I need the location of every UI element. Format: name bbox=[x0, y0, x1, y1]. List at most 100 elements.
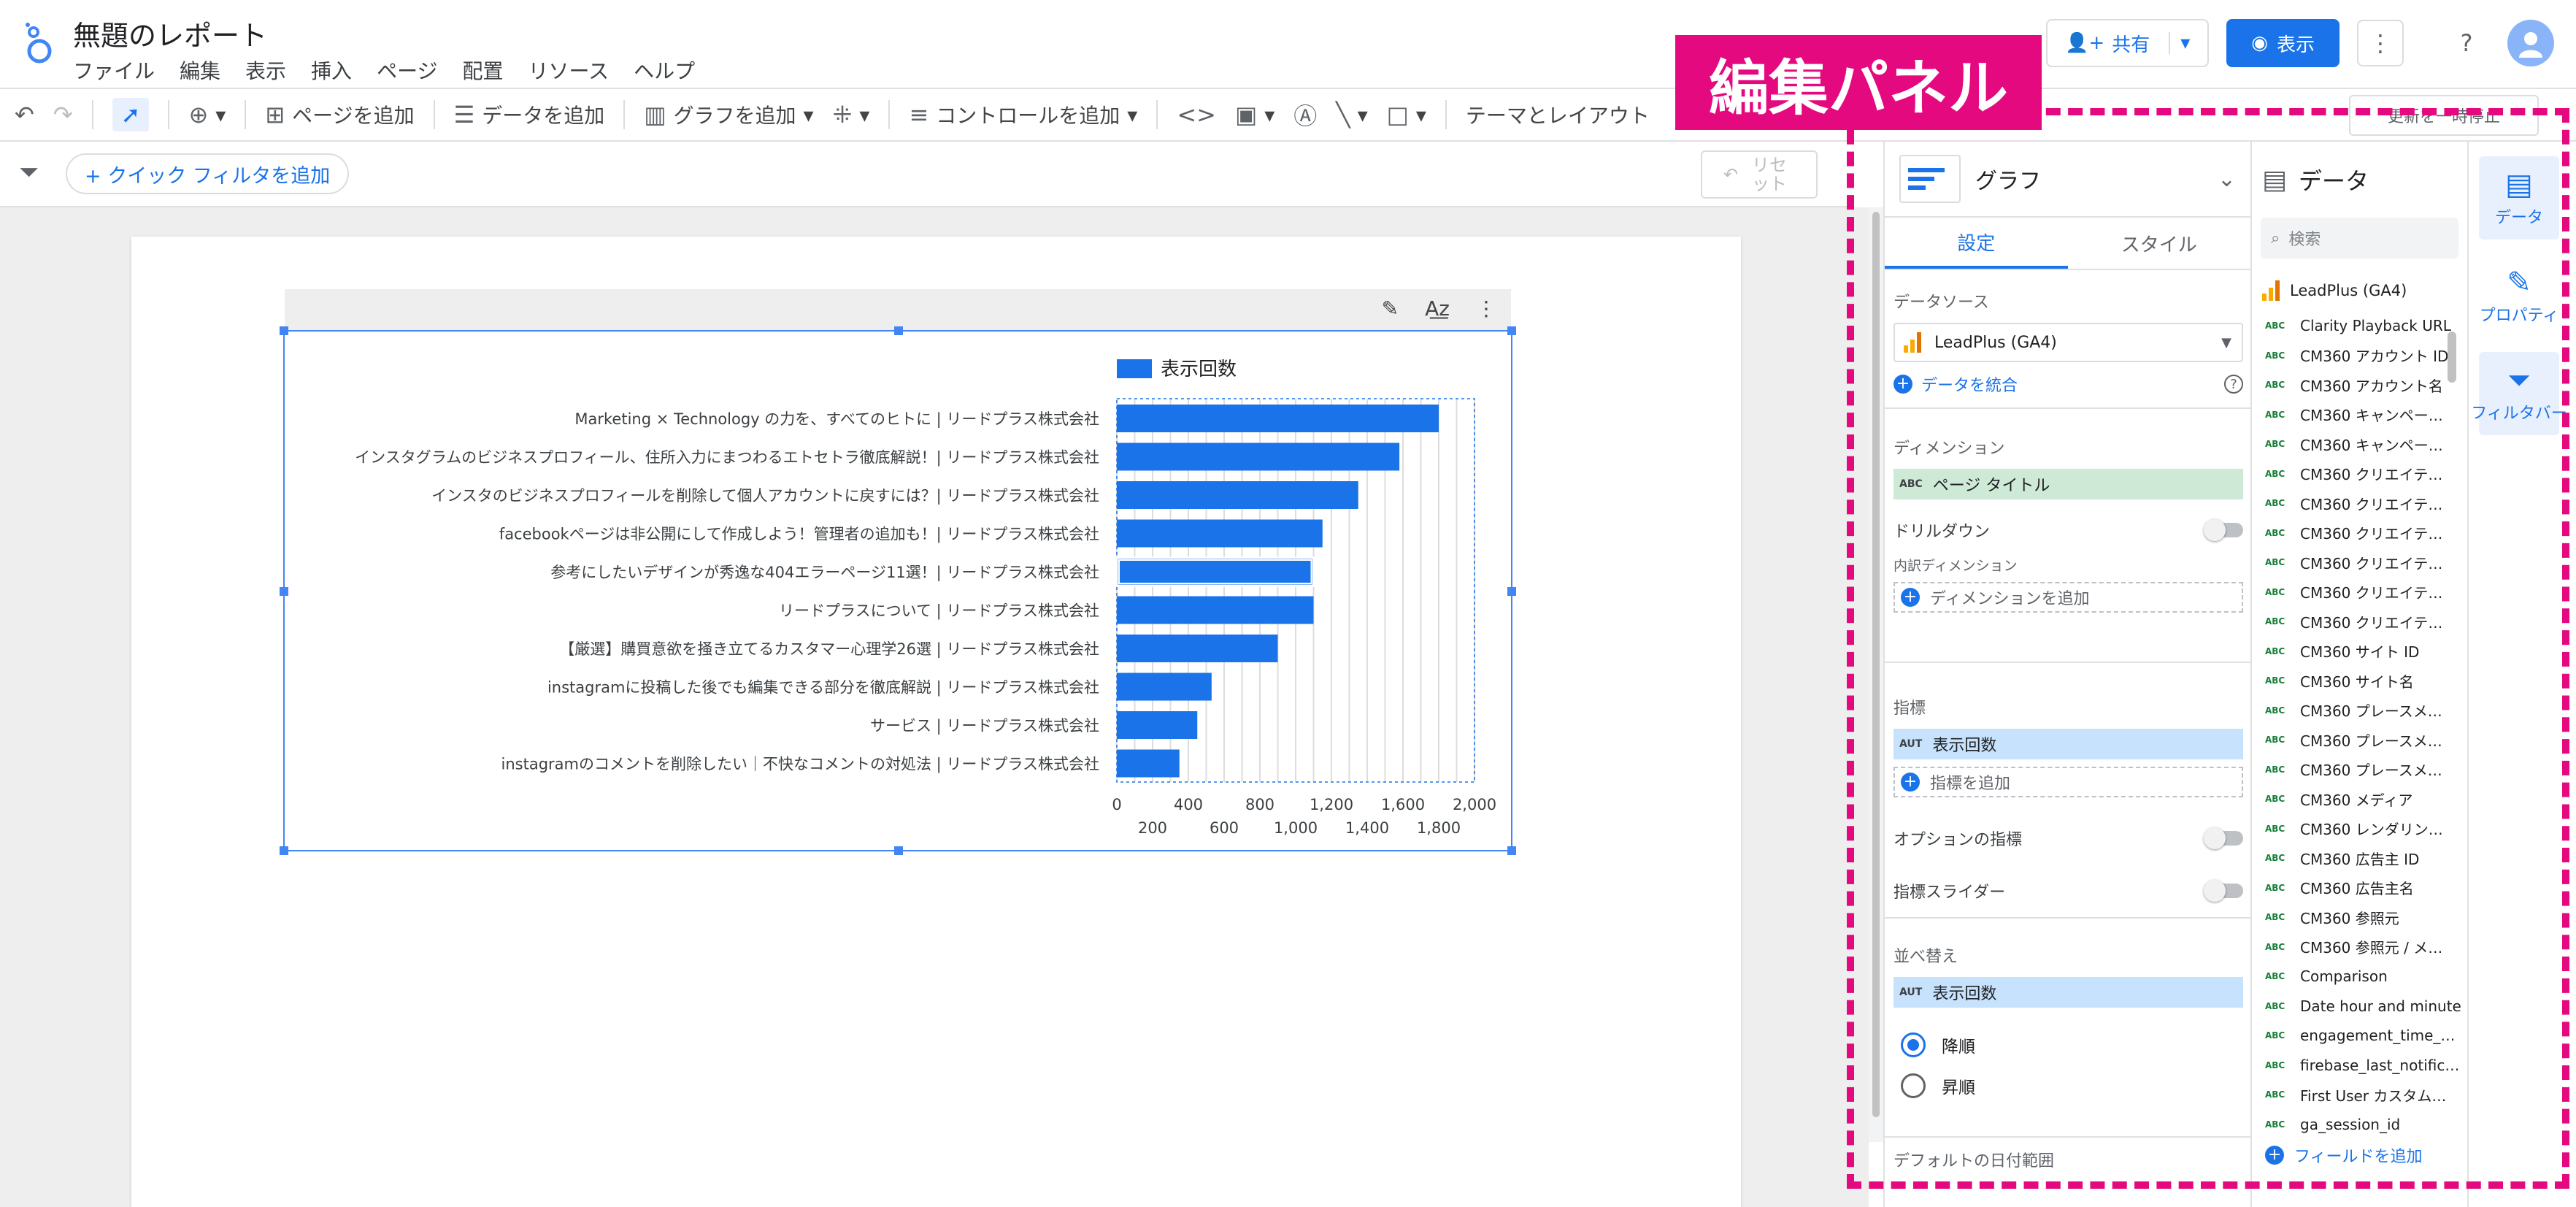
field-item[interactable]: ABC CM360 アカウント名 bbox=[2252, 370, 2467, 400]
pencil-icon[interactable]: ✎ bbox=[1382, 296, 1399, 321]
add-page-button[interactable]: ⊞ ページを追加 bbox=[265, 100, 414, 129]
field-search-input[interactable]: ⌕ 検索 bbox=[2261, 218, 2458, 258]
field-item[interactable]: ABC CM360 サイト ID bbox=[2252, 637, 2467, 667]
text-box-icon[interactable]: Ⓐ bbox=[1293, 98, 1317, 131]
menu-help[interactable]: ヘルプ bbox=[634, 55, 695, 85]
rail-data[interactable]: ▤ データ bbox=[2479, 156, 2559, 240]
optional-metrics-toggle[interactable] bbox=[2204, 827, 2243, 849]
bar[interactable] bbox=[1117, 481, 1358, 509]
sort-asc-option[interactable]: 昇順 bbox=[1901, 1073, 2243, 1098]
resize-handle[interactable] bbox=[280, 587, 288, 596]
sort-desc-option[interactable]: 降順 bbox=[1901, 1032, 2243, 1057]
add-dimension-button[interactable]: + ディメンションを追加 bbox=[1893, 582, 2243, 613]
share-button[interactable]: 👤+ 共有 ▾ bbox=[2046, 19, 2210, 67]
menu-file[interactable]: ファイル bbox=[73, 55, 155, 85]
community-viz-button[interactable]: ⁜ ▾ bbox=[833, 101, 870, 129]
menu-view[interactable]: 表示 bbox=[245, 55, 286, 85]
resize-handle[interactable] bbox=[1507, 587, 1516, 596]
menu-page[interactable]: ページ bbox=[377, 55, 437, 85]
redo-icon[interactable]: ↷ bbox=[53, 101, 73, 129]
field-item[interactable]: ABC CM360 クリエイテ… bbox=[2252, 459, 2467, 489]
share-dropdown-icon[interactable]: ▾ bbox=[2169, 32, 2190, 54]
help-icon[interactable]: ? bbox=[2443, 20, 2490, 66]
code-embed-icon[interactable]: <> bbox=[1177, 101, 1216, 129]
field-item[interactable]: ABC Clarity Playback URL bbox=[2252, 311, 2467, 341]
field-item[interactable]: ABC CM360 参照元 bbox=[2252, 903, 2467, 932]
field-item[interactable]: ABC CM360 サイト名 bbox=[2252, 666, 2467, 696]
field-item[interactable]: ABC Date hour and minute bbox=[2252, 992, 2467, 1022]
bar[interactable] bbox=[1117, 635, 1278, 662]
sort-az-icon[interactable]: A͟z bbox=[1425, 296, 1450, 321]
field-item[interactable]: ABC CM360 メディア bbox=[2252, 784, 2467, 814]
bar[interactable] bbox=[1117, 405, 1439, 432]
line-button[interactable]: ╲ ▾ bbox=[1336, 101, 1367, 129]
field-item[interactable]: ABC First User カスタム… bbox=[2252, 1080, 2467, 1110]
report-title[interactable]: 無題のレポート bbox=[73, 13, 267, 53]
resize-handle[interactable] bbox=[1507, 326, 1516, 335]
reset-button[interactable]: ↶ リセット bbox=[1701, 150, 1818, 199]
resize-handle[interactable] bbox=[894, 846, 903, 855]
rail-filter-bar[interactable]: ⏷ フィルタバー bbox=[2471, 352, 2567, 435]
field-item[interactable]: ABC engagement_time_… bbox=[2252, 1021, 2467, 1051]
field-item[interactable]: ABC CM360 プレースメ… bbox=[2252, 725, 2467, 755]
tab-setup[interactable]: 設定 bbox=[1885, 218, 2068, 269]
tab-style[interactable]: スタイル bbox=[2068, 218, 2251, 269]
bar[interactable] bbox=[1117, 442, 1400, 471]
field-item[interactable]: ABC Comparison bbox=[2252, 962, 2467, 992]
field-list-scrollbar[interactable] bbox=[2448, 332, 2456, 383]
looker-studio-logo[interactable] bbox=[22, 22, 57, 64]
pause-updates-button[interactable]: 更新を一時停止 bbox=[2349, 95, 2539, 136]
field-item[interactable]: ABC CM360 キャンペー… bbox=[2252, 400, 2467, 430]
quick-filter-button[interactable]: + クイック フィルタを追加 bbox=[66, 153, 350, 194]
add-metric-button[interactable]: + 指標を追加 bbox=[1893, 767, 2243, 797]
resize-handle[interactable] bbox=[894, 326, 903, 335]
shape-button[interactable]: □ ▾ bbox=[1387, 101, 1426, 129]
field-item[interactable]: ABC CM360 クリエイテ… bbox=[2252, 578, 2467, 608]
bar-chart[interactable]: 表示回数 Marketing × Technology の力を、すべてのヒトに |… bbox=[280, 326, 1516, 855]
datasource-select[interactable]: LeadPlus (GA4) ▼ bbox=[1893, 323, 2243, 362]
field-item[interactable]: ABC CM360 キャンペー… bbox=[2252, 429, 2467, 459]
add-chart-button[interactable]: ▥ グラフを追加 ▾ bbox=[644, 100, 813, 129]
more-vert-icon[interactable]: ⋮ bbox=[1476, 296, 1496, 321]
drilldown-toggle[interactable] bbox=[2204, 519, 2243, 541]
bar[interactable] bbox=[1117, 519, 1323, 548]
menu-edit[interactable]: 編集 bbox=[180, 55, 220, 85]
radio-unchecked[interactable] bbox=[1901, 1073, 1926, 1098]
bar[interactable] bbox=[1117, 711, 1198, 739]
field-item[interactable]: ABC CM360 クリエイテ… bbox=[2252, 488, 2467, 518]
bar[interactable] bbox=[1115, 556, 1315, 587]
more-vert-icon[interactable]: ⋮ bbox=[2357, 20, 2404, 66]
add-data-button[interactable]: ☰ データを追加 bbox=[454, 100, 605, 129]
resize-handle[interactable] bbox=[1507, 846, 1516, 855]
field-item[interactable]: ABC CM360 アカウント ID bbox=[2252, 341, 2467, 371]
bar[interactable] bbox=[1117, 596, 1314, 624]
theme-layout-button[interactable]: テーマとレイアウト bbox=[1466, 100, 1650, 129]
add-field-button[interactable]: + フィールドを追加 bbox=[2252, 1143, 2467, 1167]
menu-insert[interactable]: 挿入 bbox=[311, 55, 352, 85]
field-item[interactable]: ABC CM360 広告主名 bbox=[2252, 873, 2467, 903]
zoom-button[interactable]: ⊕ ▾ bbox=[188, 101, 226, 129]
field-item[interactable]: ABC CM360 レンダリン… bbox=[2252, 814, 2467, 844]
add-control-button[interactable]: ≡ コントロールを追加 ▾ bbox=[909, 100, 1137, 129]
help-icon[interactable]: ? bbox=[2224, 375, 2243, 394]
avatar[interactable] bbox=[2507, 20, 2554, 66]
bar[interactable] bbox=[1117, 749, 1180, 778]
undo-icon[interactable]: ↶ bbox=[15, 101, 34, 129]
rail-properties[interactable]: ✎ プロパティ bbox=[2479, 254, 2559, 337]
data-source-row[interactable]: LeadPlus (GA4) bbox=[2252, 258, 2467, 311]
field-item[interactable]: ABC CM360 プレースメ… bbox=[2252, 755, 2467, 785]
field-item[interactable]: ABC CM360 プレースメ… bbox=[2252, 696, 2467, 726]
report-page[interactable]: ✎ A͟z ⋮ 表示回数 Marketing × Technology の力を、す… bbox=[131, 237, 1741, 1207]
select-cursor-icon[interactable]: ➚ bbox=[112, 98, 150, 131]
view-button[interactable]: ◉ 表示 bbox=[2226, 19, 2339, 67]
field-item[interactable]: ABC ga_session_id bbox=[2252, 1110, 2467, 1140]
field-item[interactable]: ABC CM360 参照元 / メ… bbox=[2252, 932, 2467, 962]
image-button[interactable]: ▣ ▾ bbox=[1235, 101, 1274, 129]
field-item[interactable]: ABC CM360 クリエイテ… bbox=[2252, 518, 2467, 548]
panel-scrollbar-thumb[interactable] bbox=[1872, 212, 1880, 1117]
field-item[interactable]: ABC CM360 クリエイテ… bbox=[2252, 607, 2467, 637]
chart-type-selector[interactable]: グラフ ⌄ bbox=[1885, 142, 2250, 218]
menu-arrange[interactable]: 配置 bbox=[463, 55, 504, 85]
metric-slider-toggle[interactable] bbox=[2204, 880, 2243, 902]
resize-handle[interactable] bbox=[280, 846, 288, 855]
